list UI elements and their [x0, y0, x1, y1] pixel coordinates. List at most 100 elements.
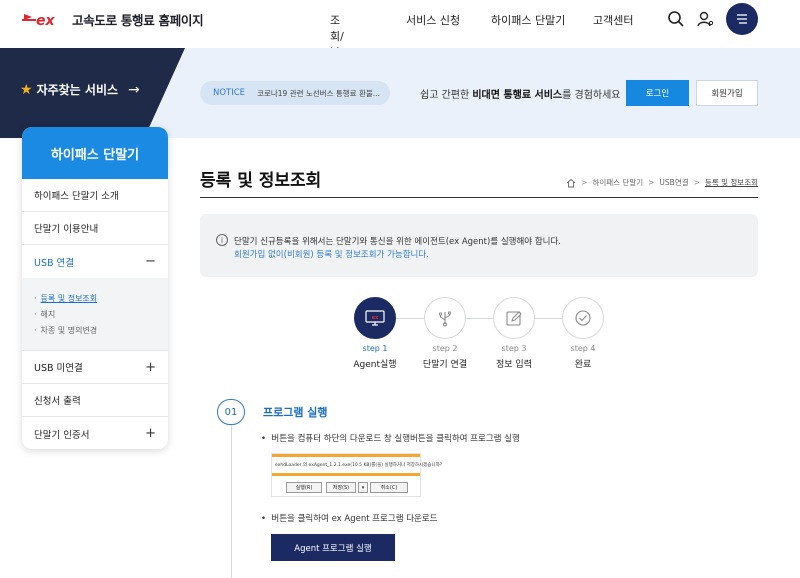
info-icon: i: [216, 234, 228, 246]
section-number: 01: [217, 399, 245, 425]
step-3-number: step 3: [501, 344, 527, 353]
title-divider: [200, 197, 758, 198]
user-icon[interactable]: [696, 10, 714, 28]
top-banner: ★ 자주찾는 서비스 → NOTICE 코로나19 관련 노선버스 통행료 환불…: [0, 48, 800, 138]
download-dialog-image: exhdLoader 의 exAgent_1.2.1.exe(10.5 KB)를…: [271, 453, 443, 497]
sidebar-item-hipass-intro[interactable]: 하이패스 단말기 소개: [22, 179, 168, 212]
sidebar-item-terminal-guide[interactable]: 단말기 이용안내: [22, 212, 168, 245]
dialog-save-button: 저장(S): [326, 482, 356, 493]
sidebar-item-usb-disconnected[interactable]: USB 미연결 +: [22, 351, 168, 384]
banner-message: 쉽고 간편한 비대면 통행료 서비스를 경험하세요: [420, 86, 621, 101]
nav-hipass-terminal[interactable]: 하이패스 단말기: [491, 12, 581, 28]
breadcrumb-separator: >: [693, 178, 700, 187]
step-3-circle: [493, 297, 535, 339]
sidebar-sub-label: 해지: [40, 309, 56, 319]
join-button[interactable]: 회원가입: [696, 80, 758, 106]
info-text: 단말기 신규등록을 위해서는 단말기와 통신을 위한 에이전트(ex Agent…: [234, 237, 561, 247]
svg-text:ex: ex: [36, 13, 55, 29]
nav-service-apply[interactable]: 서비스 신청: [406, 12, 476, 28]
section-timeline: [231, 425, 232, 578]
step-4-label: 완료: [574, 360, 592, 370]
sidebar-sub-change[interactable]: · 차종 및 명의변경: [34, 322, 168, 338]
check-icon: [575, 310, 591, 326]
notice-text: 코로나19 관련 노선버스 통행료 환불...: [257, 88, 380, 98]
info-note: 회원가입 없이(비회원) 등록 및 정보조회가 가능합니다.: [234, 250, 429, 260]
sidebar-item-label: 신청서 출력: [34, 396, 81, 407]
sidebar-submenu: · 등록 및 정보조회 · 해지 · 차종 및 명의변경: [22, 278, 168, 351]
dialog-divider: [272, 473, 420, 476]
dialog-dropdown-button: ▾: [358, 482, 368, 493]
side-menu-title: 하이패스 단말기: [22, 127, 168, 179]
sidebar-sub-label: 등록 및 정보조회: [40, 293, 98, 303]
notice-pill[interactable]: NOTICE 코로나19 관련 노선버스 통행료 환불...: [200, 81, 390, 105]
edit-icon: [506, 311, 522, 326]
dialog-cancel-button: 취소(C): [370, 482, 408, 493]
instruction-run: • 버튼을 컴퓨터 하단의 다운로드 창 실행버튼을 클릭하여 프로그램 실행: [261, 432, 520, 444]
sidebar-item-label: 단말기 이용안내: [34, 224, 99, 235]
site-header: ex 고속도로 통행료 홈페이지 조회/납부 서비스 신청 하이패스 단말기 고…: [0, 0, 800, 75]
arrow-right-icon: →: [128, 81, 140, 98]
svg-text:ex: ex: [372, 315, 379, 321]
instruction-text: 버튼을 클릭하여 ex Agent 프로그램 다운로드: [271, 514, 438, 524]
site-logo[interactable]: ex 고속도로 통행료 홈페이지: [22, 10, 204, 29]
sidebar-item-usb-connect[interactable]: USB 연결 −: [22, 245, 168, 278]
step-connector: [396, 318, 562, 319]
hamburger-icon: [737, 14, 747, 24]
breadcrumb-current[interactable]: 등록 및 정보조회: [705, 177, 758, 188]
breadcrumb-item[interactable]: 하이패스 단말기: [592, 177, 643, 188]
section-title: 프로그램 실행: [263, 406, 328, 419]
bullet-icon: •: [261, 434, 267, 444]
step-4-circle: [562, 297, 604, 339]
breadcrumb-separator: >: [581, 178, 588, 187]
instruction-download: • 버튼을 클릭하여 ex Agent 프로그램 다운로드: [261, 512, 438, 524]
login-button[interactable]: 로그인: [626, 80, 689, 106]
side-menu: 하이패스 단말기 하이패스 단말기 소개 단말기 이용안내 USB 연결 − ·…: [22, 127, 168, 449]
expand-icon[interactable]: +: [145, 426, 156, 441]
star-icon: ★: [20, 81, 33, 98]
dialog-text: exhdLoader 의 exAgent_1.2.1.exe(10.5 KB)를…: [275, 463, 443, 468]
bullet-icon: ·: [34, 309, 37, 319]
dialog-top-bar: [272, 454, 420, 457]
ex-logo-icon: ex: [22, 13, 55, 29]
menu-button[interactable]: [726, 3, 758, 35]
step-2-number: step 2: [432, 344, 458, 353]
banner-message-post: 를 경험하세요: [562, 90, 621, 101]
home-icon[interactable]: [566, 178, 576, 188]
monitor-icon: ex: [365, 310, 385, 326]
sidebar-item-print-form[interactable]: 신청서 출력: [22, 384, 168, 417]
search-icon[interactable]: [667, 10, 685, 28]
bullet-icon: ·: [34, 293, 37, 303]
breadcrumb-item[interactable]: USB연결: [659, 177, 688, 188]
favorites-link[interactable]: ★ 자주찾는 서비스 →: [20, 81, 140, 98]
sidebar-item-label: USB 미연결: [34, 363, 83, 374]
favorites-label: 자주찾는 서비스: [36, 83, 119, 97]
step-2-label: 단말기 연결: [422, 360, 468, 370]
bullet-icon: ·: [34, 325, 37, 335]
dialog-run-button: 실행(R): [286, 482, 322, 493]
breadcrumb: > 하이패스 단말기 > USB연결 > 등록 및 정보조회: [566, 177, 758, 188]
sidebar-item-label: 하이패스 단말기 소개: [34, 191, 119, 202]
sidebar-sub-cancel[interactable]: · 해지: [34, 306, 168, 322]
step-1-circle: ex: [354, 297, 396, 339]
bullet-icon: •: [261, 514, 267, 524]
banner-message-bold: 비대면 통행료 서비스: [472, 90, 563, 101]
agent-run-button[interactable]: Agent 프로그램 실행: [271, 534, 395, 561]
step-4-number: step 4: [570, 344, 596, 353]
step-3-label: 정보 입력: [496, 360, 532, 370]
sidebar-sub-register[interactable]: · 등록 및 정보조회: [34, 290, 168, 306]
step-2-circle: [424, 297, 466, 339]
notice-tag: NOTICE: [213, 88, 246, 98]
banner-message-pre: 쉽고 간편한: [420, 90, 473, 101]
sidebar-item-label: 단말기 인증서: [34, 429, 90, 441]
step-1-label: Agent실행: [353, 360, 397, 370]
page-title: 등록 및 정보조회: [200, 171, 322, 191]
step-1-number: step 1: [362, 344, 388, 353]
sidebar-item-label: USB 연결: [34, 257, 75, 269]
expand-icon[interactable]: +: [145, 360, 156, 375]
sidebar-item-certificate[interactable]: 단말기 인증서 +: [22, 417, 168, 449]
instruction-text: 버튼을 컴퓨터 하단의 다운로드 창 실행버튼을 클릭하여 프로그램 실행: [271, 434, 520, 444]
site-title: 고속도로 통행료 홈페이지: [72, 13, 204, 28]
collapse-icon[interactable]: −: [145, 254, 156, 269]
usb-icon: [438, 311, 451, 327]
nav-customer-center[interactable]: 고객센터: [593, 12, 653, 28]
